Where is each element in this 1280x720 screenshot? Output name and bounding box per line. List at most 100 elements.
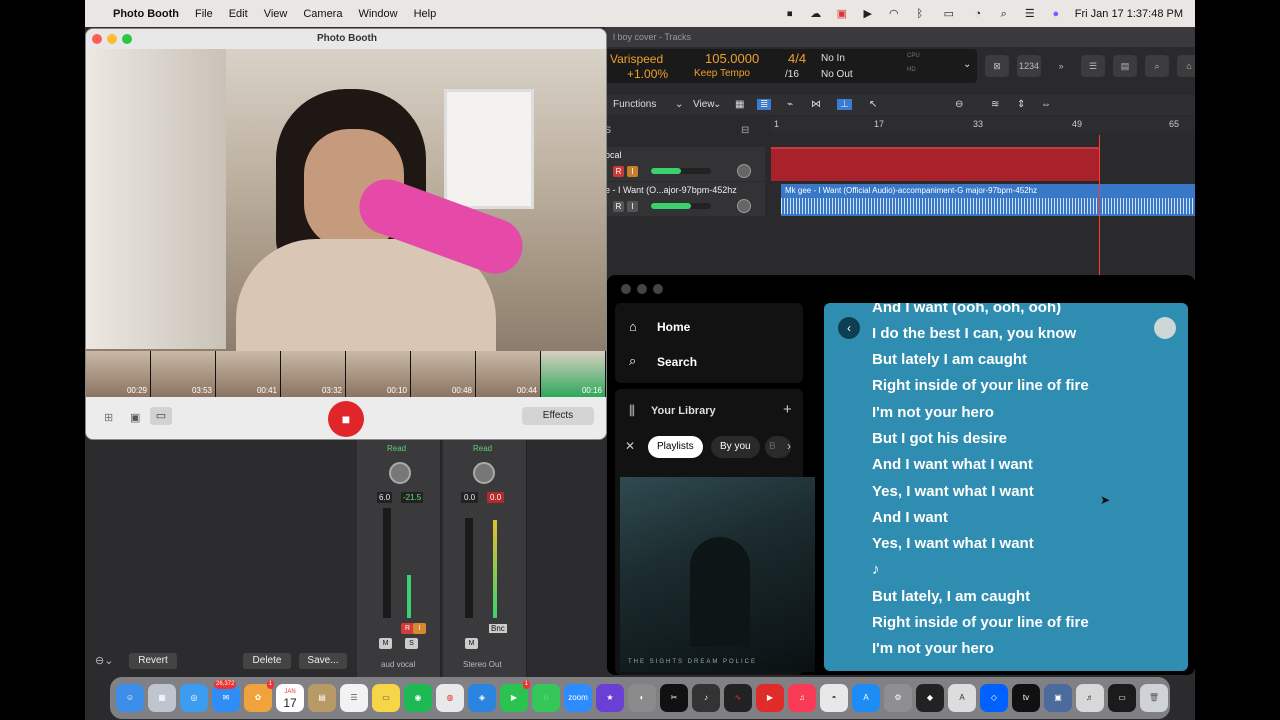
- chrome-icon[interactable]: ◍: [436, 684, 464, 712]
- automation-mode[interactable]: Read: [473, 444, 492, 453]
- lyric-line[interactable]: But lately I am caught: [872, 351, 1027, 368]
- your-library-label[interactable]: Your Library: [651, 405, 716, 417]
- list-view-icon[interactable]: ≣: [757, 99, 772, 110]
- tempo-mode[interactable]: Keep Tempo: [694, 68, 750, 79]
- app-store-icon[interactable]: A: [852, 684, 880, 712]
- calendar-icon[interactable]: JAN 17: [276, 684, 304, 712]
- home-icon[interactable]: ⌂: [629, 319, 637, 334]
- launchpad-icon[interactable]: ▦: [148, 684, 176, 712]
- record-enable-button[interactable]: R: [613, 166, 624, 177]
- facetime-icon[interactable]: ▶ 1: [500, 680, 530, 712]
- lyric-line[interactable]: ♪: [872, 561, 880, 578]
- count-in-button[interactable]: 1234: [1017, 55, 1041, 77]
- division[interactable]: /16: [785, 69, 799, 80]
- control-center-icon[interactable]: ☰: [1023, 8, 1037, 20]
- zoom-icon[interactable]: [122, 34, 132, 44]
- battery-icon[interactable]: ▭: [939, 8, 959, 20]
- library-icon[interactable]: ⫼: [629, 403, 635, 419]
- track-header-vocal[interactable]: ocal R I: [605, 147, 765, 181]
- waveform-zoom-icon[interactable]: ≋: [991, 99, 999, 110]
- volume-slider[interactable]: [651, 203, 711, 209]
- safari-alt-icon[interactable]: ◈: [468, 684, 496, 712]
- volume-value[interactable]: 0.0: [461, 492, 479, 503]
- menu-clock[interactable]: Fri Jan 17 1:37:48 PM: [1075, 8, 1183, 20]
- font-book-icon[interactable]: A: [948, 684, 976, 712]
- siri-icon[interactable]: ●: [1049, 8, 1063, 20]
- music-icon[interactable]: ♫: [788, 684, 816, 712]
- tempo-value[interactable]: 105.0000: [705, 51, 759, 66]
- album-cover[interactable]: THE SIGHTS DREAM POLICE: [620, 477, 815, 672]
- safari-icon[interactable]: ◎: [180, 684, 208, 712]
- lyric-line[interactable]: But lately, I am caught: [872, 588, 1030, 605]
- pan-knob[interactable]: [737, 199, 751, 213]
- automation-mode[interactable]: Read: [387, 444, 406, 453]
- thumbnail[interactable]: 00:44: [476, 351, 541, 397]
- lyric-line[interactable]: Yes, I want what I want: [872, 483, 1034, 500]
- mute-button[interactable]: M: [379, 638, 392, 649]
- vocal-recording-region[interactable]: [771, 147, 1099, 181]
- capcut-icon[interactable]: ✂: [660, 684, 688, 712]
- chevron-right-icon[interactable]: ›: [787, 439, 791, 453]
- settings-icon[interactable]: ⚙: [884, 684, 912, 712]
- notes-icon[interactable]: ▭: [372, 684, 400, 712]
- avatar[interactable]: [1154, 317, 1176, 339]
- filter-by-you[interactable]: By you: [711, 436, 760, 458]
- view-menu[interactable]: View: [693, 99, 715, 110]
- single-photo-icon[interactable]: ▣: [130, 411, 140, 424]
- gamecenter-icon[interactable]: ◐: [628, 684, 656, 712]
- add-icon[interactable]: +: [783, 401, 792, 418]
- thumbnail[interactable]: 00:16: [541, 351, 606, 397]
- mixer-options-icon[interactable]: ⊖⌄: [95, 654, 113, 667]
- solo-button[interactable]: S: [405, 638, 418, 649]
- contacts-icon[interactable]: ▤: [308, 684, 336, 712]
- pan-knob[interactable]: [389, 462, 411, 484]
- filter-playlists[interactable]: Playlists: [648, 436, 703, 458]
- volume-slider[interactable]: [651, 168, 711, 174]
- lyric-line[interactable]: But I got his desire: [872, 430, 1007, 447]
- nav-home[interactable]: Home: [657, 320, 690, 334]
- messages-icon[interactable]: ◌: [532, 684, 560, 712]
- spotlight-search-icon[interactable]: ⌕: [997, 8, 1011, 20]
- input-monitor-button[interactable]: I: [627, 201, 638, 212]
- menu-window[interactable]: Window: [358, 8, 397, 20]
- back-icon[interactable]: ‹: [838, 317, 860, 339]
- hardware-icon[interactable]: ◓: [820, 684, 848, 712]
- zoom-icon[interactable]: [653, 284, 663, 294]
- thumbnail[interactable]: 00:48: [411, 351, 476, 397]
- minimize-icon[interactable]: [637, 284, 647, 294]
- lyric-line[interactable]: And I want: [872, 509, 948, 526]
- audio-region[interactable]: Mk gee - I Want (Official Audio)-accompa…: [781, 184, 1195, 216]
- wifi-icon[interactable]: ◔: [971, 8, 985, 20]
- clear-filter-icon[interactable]: ✕: [625, 439, 635, 453]
- thumbnail[interactable]: 00:41: [216, 351, 281, 397]
- channel-name[interactable]: Stereo Out: [463, 660, 502, 669]
- spotify-icon[interactable]: ◉: [404, 684, 432, 712]
- fader[interactable]: [465, 518, 473, 618]
- menu-app-name[interactable]: Photo Booth: [113, 8, 179, 20]
- logic-doc-icon[interactable]: ♬: [1076, 684, 1104, 712]
- garageband-icon[interactable]: ♪: [692, 684, 720, 712]
- close-icon[interactable]: [92, 34, 102, 44]
- thumbnail[interactable]: 03:32: [281, 351, 346, 397]
- record-enable-button[interactable]: R: [613, 201, 624, 212]
- dropbox-icon[interactable]: ◇: [980, 684, 1008, 712]
- video-mode-icon[interactable]: ▭: [150, 407, 172, 425]
- lyric-line[interactable]: I do the best I can, you know: [872, 325, 1076, 342]
- input-monitor-button[interactable]: I: [627, 166, 638, 177]
- imovie-icon[interactable]: ★: [596, 684, 624, 712]
- bluetooth-icon[interactable]: ᛒ: [913, 8, 927, 20]
- notes-button[interactable]: ▤: [1113, 55, 1137, 77]
- youtube-icon[interactable]: ▶: [756, 684, 784, 712]
- thumbnail[interactable]: 03:53: [151, 351, 216, 397]
- loop-browser-button[interactable]: ⌕: [1145, 55, 1169, 77]
- pointer-tool-icon[interactable]: ↖: [869, 99, 877, 110]
- four-up-icon[interactable]: ⊞: [104, 411, 113, 424]
- apple-tv-icon[interactable]: tv: [1012, 684, 1040, 712]
- finder-icon[interactable]: ☺: [116, 684, 144, 712]
- menu-edit[interactable]: Edit: [229, 8, 248, 20]
- add-track-icon[interactable]: ⊟: [741, 125, 749, 136]
- lyric-line[interactable]: Yes, I want what I want: [872, 535, 1034, 552]
- lyric-line[interactable]: Right inside of your line of fire: [872, 377, 1089, 394]
- photos-icon[interactable]: ✿ 1: [244, 680, 274, 712]
- search-icon[interactable]: ⌕: [629, 353, 636, 369]
